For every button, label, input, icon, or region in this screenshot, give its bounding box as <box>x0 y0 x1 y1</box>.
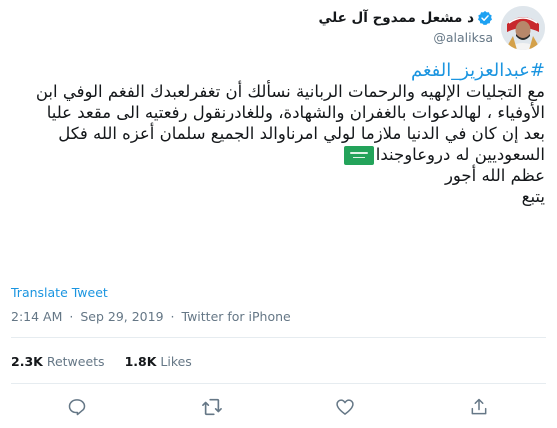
tweet-line: عظم الله أجور <box>444 166 545 185</box>
meta-separator: · <box>170 309 175 324</box>
verified-badge-icon <box>477 10 493 26</box>
tweet-meta: 2:14 AM · Sep 29, 2019 · Twitter for iPh… <box>11 309 291 324</box>
reply-icon[interactable] <box>67 397 89 419</box>
tweet-line: يتبع <box>521 187 545 206</box>
tweet-line: مع التجليات الإلهيه والرحمات الربانية نس… <box>35 82 545 101</box>
meta-separator: · <box>69 309 74 324</box>
avatar[interactable] <box>501 6 545 50</box>
engagement-stats: 2.3K Retweets 1.8K Likes <box>11 354 192 369</box>
translate-tweet-link[interactable]: Translate Tweet <box>11 285 108 300</box>
like-icon[interactable] <box>335 397 357 419</box>
likes-stat[interactable]: 1.8K Likes <box>125 354 192 369</box>
retweet-icon[interactable] <box>201 397 223 419</box>
author-handle[interactable]: @alaliksa <box>433 30 493 45</box>
tweet-date[interactable]: Sep 29, 2019 <box>80 309 163 324</box>
tweet-actions <box>0 394 557 424</box>
tweet-line-with-emoji: السعوديين له دروعاوجندا <box>15 144 545 165</box>
tweet-header: د مشعل ممدوح آل علي @alaliksa <box>0 0 557 60</box>
retweets-count: 2.3K <box>11 354 43 369</box>
retweets-label: Retweets <box>46 354 105 369</box>
likes-count: 1.8K <box>124 354 157 369</box>
retweets-stat[interactable]: 2.3K Retweets <box>11 354 105 369</box>
likes-label: Likes <box>160 354 192 369</box>
tweet-source[interactable]: Twitter for iPhone <box>182 309 291 324</box>
saudi-flag-emoji-icon <box>343 146 374 165</box>
author-name-row[interactable]: د مشعل ممدوح آل علي <box>318 10 493 26</box>
tweet-line: بعد إن كان في الدنيا ملازما لولي امرناوا… <box>58 124 545 143</box>
author-display-name[interactable]: د مشعل ممدوح آل علي <box>318 10 474 26</box>
tweet-text: #عبدالعزيز_الفغم مع التجليات الإلهيه وال… <box>15 60 545 207</box>
tweet-line: الأوفياء ، لهالدعوات بالغفران والشهادة، … <box>46 103 545 122</box>
hashtag-link[interactable]: #عبدالعزيز_الفغم <box>15 60 545 81</box>
tweet-time[interactable]: 2:14 AM <box>11 309 62 324</box>
share-icon[interactable] <box>469 397 491 419</box>
divider <box>11 337 546 338</box>
divider <box>11 383 546 384</box>
tweet-line: السعوديين له دروعاوجندا <box>375 145 545 164</box>
